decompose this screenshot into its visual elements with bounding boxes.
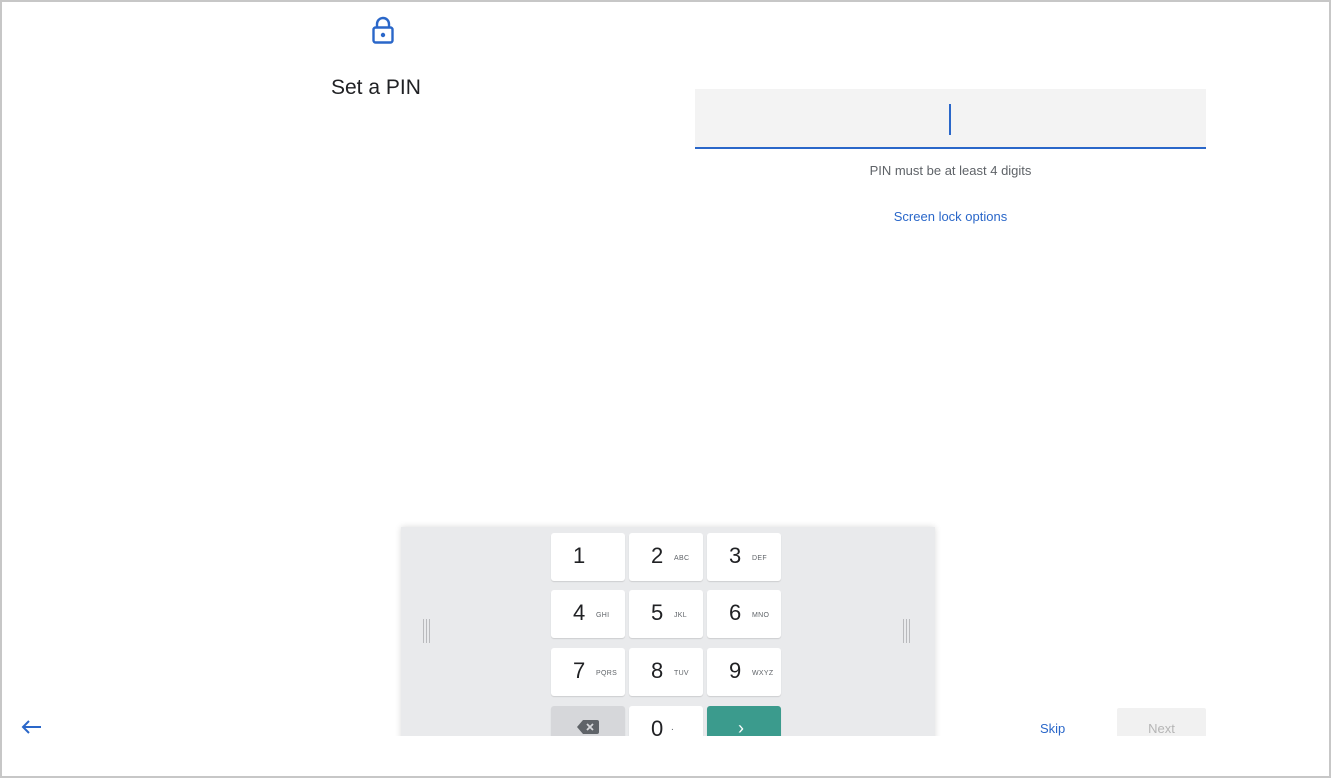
key-9[interactable]: 9 WXYZ xyxy=(707,648,781,696)
page-title: Set a PIN xyxy=(331,76,421,99)
key-1[interactable]: 1 xyxy=(551,533,625,581)
text-caret xyxy=(949,104,951,135)
numeric-keypad: 1 2 ABC 3 DEF 4 GHI 5 JKL 6 MNO 7 PQRS 8 xyxy=(401,527,935,736)
lock-icon xyxy=(372,16,394,44)
backspace-key[interactable] xyxy=(551,706,625,736)
chevron-right-icon: › xyxy=(738,718,744,736)
go-key[interactable]: › xyxy=(707,706,781,736)
next-button[interactable]: Next xyxy=(1117,708,1206,736)
arrow-left-icon[interactable] xyxy=(20,719,42,735)
key-2[interactable]: 2 ABC xyxy=(629,533,703,581)
skip-button[interactable]: Skip xyxy=(1040,721,1065,736)
screen-lock-options-link[interactable]: Screen lock options xyxy=(695,209,1206,224)
keyboard-drag-handle-right[interactable] xyxy=(903,619,913,643)
key-0[interactable]: 0 . xyxy=(629,706,703,736)
setup-screen: Set a PIN PIN must be at least 4 digits … xyxy=(10,8,1323,736)
key-4[interactable]: 4 GHI xyxy=(551,590,625,638)
key-7[interactable]: 7 PQRS xyxy=(551,648,625,696)
backspace-icon xyxy=(577,720,599,734)
key-5[interactable]: 5 JKL xyxy=(629,590,703,638)
pin-hint: PIN must be at least 4 digits xyxy=(869,163,1032,178)
key-8[interactable]: 8 TUV xyxy=(629,648,703,696)
pin-input[interactable] xyxy=(695,89,1206,149)
key-3[interactable]: 3 DEF xyxy=(707,533,781,581)
key-6[interactable]: 6 MNO xyxy=(707,590,781,638)
keyboard-drag-handle-left[interactable] xyxy=(423,619,433,643)
